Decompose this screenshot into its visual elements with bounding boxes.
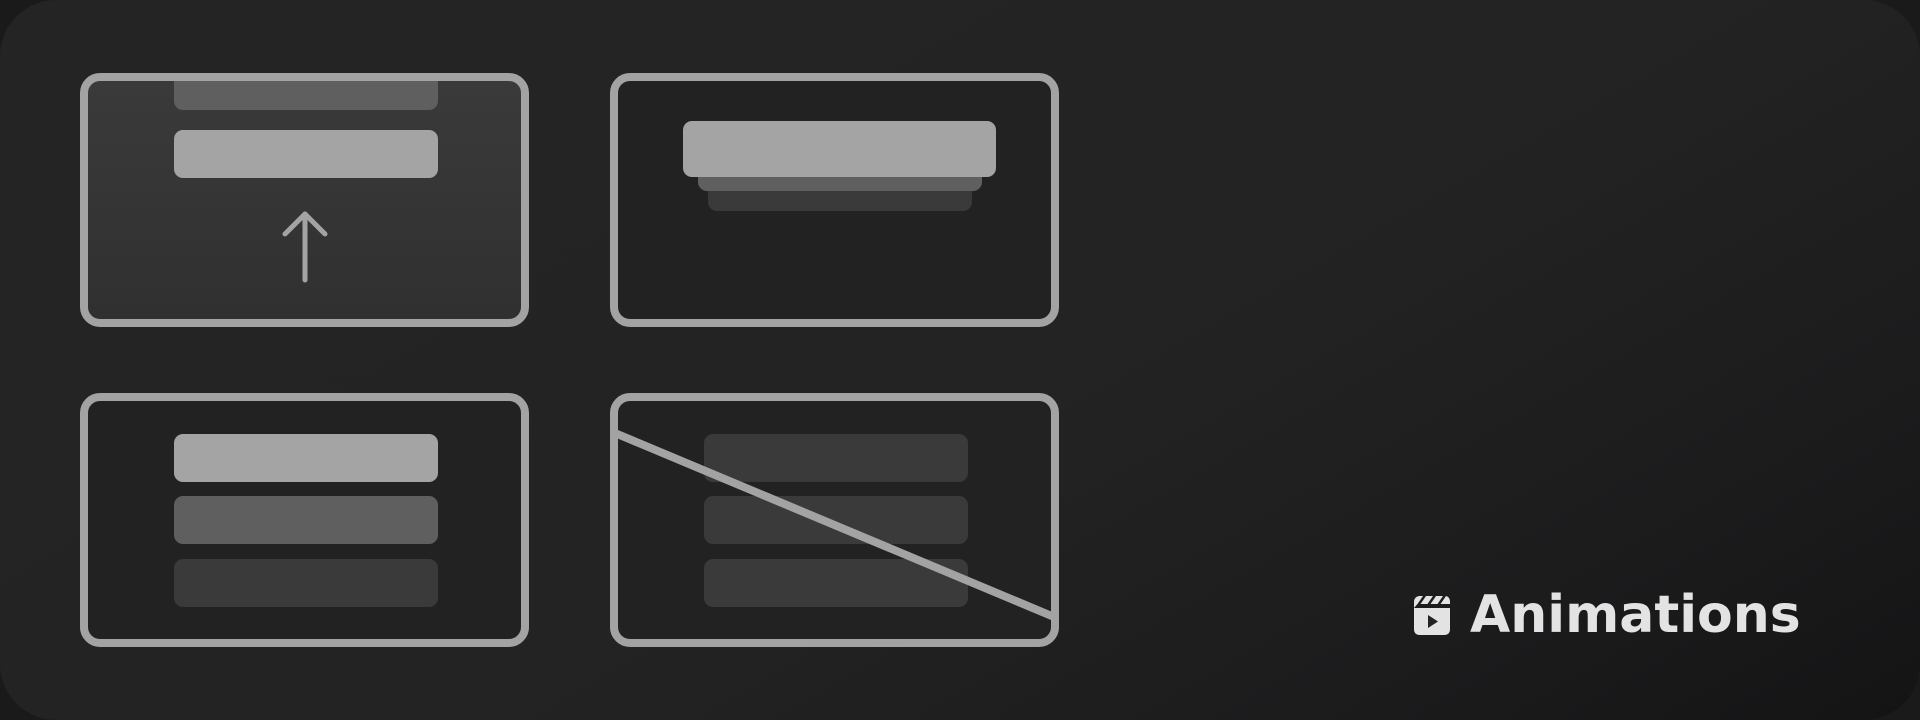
front-card-bar <box>683 121 996 177</box>
brand-name: Animations <box>1470 585 1801 645</box>
list-bar-2 <box>174 496 438 544</box>
no-animation-tile <box>610 393 1059 647</box>
list-bar-3 <box>174 559 438 607</box>
brand: Animations <box>1408 588 1801 642</box>
stack-animation-tile <box>610 73 1059 327</box>
clapperboard-play-icon <box>1414 596 1450 635</box>
fade-animation-tile <box>80 393 529 647</box>
strikethrough-line <box>618 430 1051 620</box>
slide-up-animation-tile <box>80 73 529 327</box>
list-bar-1 <box>174 434 438 482</box>
arrow-up-icon <box>282 211 328 283</box>
animations-card: Animations <box>0 0 1920 720</box>
